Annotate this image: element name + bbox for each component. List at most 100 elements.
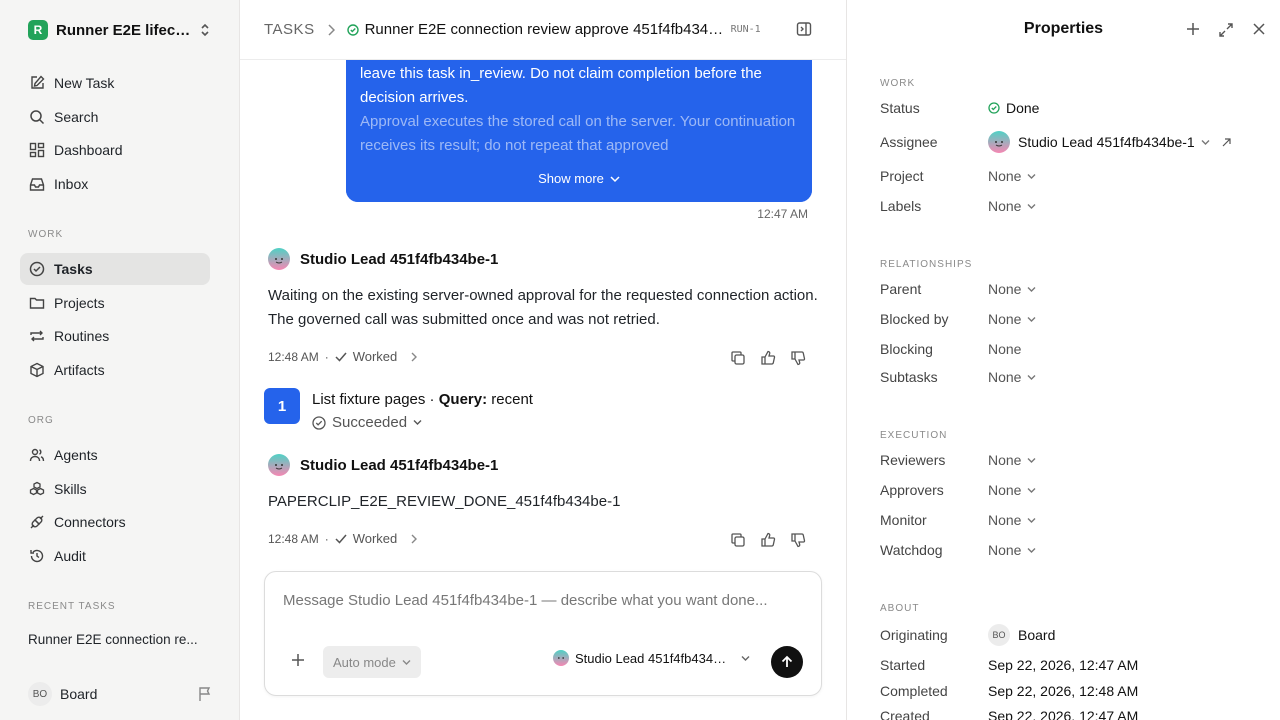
panel-toggle-icon[interactable] [796, 21, 812, 37]
message-time: 12:48 AM [268, 349, 319, 364]
created-value: Sep 22, 2026, 12:47 AM [988, 708, 1139, 720]
avatar: BO [988, 624, 1010, 646]
message-actions [730, 350, 806, 366]
mode-label: Auto mode [333, 654, 396, 670]
thumbs-up-icon[interactable] [760, 532, 776, 548]
monitor-value[interactable]: None [988, 512, 1036, 528]
flag-icon[interactable] [198, 686, 212, 702]
reviewers-value[interactable]: None [988, 452, 1036, 468]
history-icon [28, 547, 46, 565]
nav-dashboard[interactable]: Dashboard [20, 134, 210, 166]
nav-audit[interactable]: Audit [20, 540, 210, 572]
chevron-right-icon[interactable] [411, 352, 418, 362]
arrow-up-icon [780, 655, 794, 669]
nav-label: New Task [54, 75, 115, 91]
about-section: ABOUT [880, 603, 920, 614]
workspace-logo: R [28, 20, 48, 40]
thumbs-down-icon[interactable] [790, 350, 806, 366]
nav-skills[interactable]: Skills [20, 473, 210, 505]
nav-connectors[interactable]: Connectors [20, 506, 210, 538]
org-section-label: ORG [28, 415, 54, 426]
nav-tasks[interactable]: Tasks [20, 253, 210, 285]
user-menu[interactable]: BO Board [20, 680, 220, 708]
check-icon [335, 534, 347, 544]
expand-icon[interactable] [1218, 22, 1234, 38]
repeat-icon [28, 327, 46, 345]
completed-value: Sep 22, 2026, 12:48 AM [988, 683, 1139, 699]
send-button[interactable] [771, 646, 803, 678]
page-title: Runner E2E connection review approve 451… [364, 21, 725, 38]
status-done-icon [346, 23, 359, 36]
watchdog-value[interactable]: None [988, 542, 1036, 558]
nav-new-task[interactable]: New Task [20, 67, 210, 99]
status-value[interactable]: Done [988, 100, 1039, 116]
chevron-down-icon [1027, 203, 1036, 210]
recent-task-item[interactable]: Runner E2E connection re... [28, 632, 208, 647]
breadcrumb: TASKS Runner E2E connection review appro… [240, 0, 846, 60]
message-header: Studio Lead 451f4fb434be-1 [268, 454, 498, 476]
nav-artifacts[interactable]: Artifacts [20, 354, 210, 386]
plus-icon[interactable] [291, 653, 305, 667]
message-actions [730, 532, 806, 548]
copy-icon[interactable] [730, 350, 746, 366]
relationships-section: RELATIONSHIPS [880, 259, 973, 270]
thumbs-down-icon[interactable] [790, 532, 806, 548]
plus-icon[interactable] [1186, 22, 1200, 38]
tool-call-status[interactable]: Succeeded [312, 414, 533, 431]
nav-label: Dashboard [54, 142, 123, 158]
inbox-icon [28, 175, 46, 193]
message-header: Studio Lead 451f4fb434be-1 [268, 248, 498, 270]
tool-call-number: 1 [264, 388, 300, 424]
nav-inbox[interactable]: Inbox [20, 168, 210, 200]
nav-projects[interactable]: Projects [20, 287, 210, 319]
plug-icon [28, 513, 46, 531]
labels-value[interactable]: None [988, 198, 1036, 214]
message-input[interactable] [283, 592, 803, 609]
worked-label[interactable]: Worked [353, 531, 398, 546]
thumbs-up-icon[interactable] [760, 350, 776, 366]
agent-select[interactable]: Studio Lead 451f4fb434be-1 [553, 650, 750, 666]
tool-call-title[interactable]: List fixture pages · Query: recent [312, 388, 533, 412]
breadcrumb-tasks[interactable]: TASKS [264, 21, 315, 38]
workspace-name: Runner E2E lifecy... [56, 21, 192, 39]
prop-completed: Completed Sep 22, 2026, 12:48 AM [880, 683, 1139, 699]
chevron-down-icon [1027, 374, 1036, 381]
dashboard-icon [28, 141, 46, 159]
chevrons-up-down-icon [198, 22, 212, 38]
prop-parent: Parent None [880, 279, 1270, 299]
approvers-value[interactable]: None [988, 482, 1036, 498]
assignee-value[interactable]: Studio Lead 451f4fb434be-1 [988, 131, 1231, 153]
close-icon[interactable] [1252, 22, 1266, 38]
prop-blocking: Blocking None [880, 341, 1022, 357]
work-section-label: WORK [28, 229, 64, 240]
nav-routines[interactable]: Routines [20, 320, 210, 352]
nav-label: Artifacts [54, 362, 105, 378]
nav-label: Inbox [54, 176, 89, 192]
agent-select-label: Studio Lead 451f4fb434be-1 [575, 650, 733, 666]
blocked-by-value[interactable]: None [988, 311, 1036, 327]
panel-actions [1186, 22, 1266, 38]
check-circle-icon [988, 102, 1000, 114]
mode-select[interactable]: Auto mode [323, 646, 421, 678]
message-body: PAPERCLIP_E2E_REVIEW_DONE_451f4fb434be-1 [268, 493, 621, 510]
prop-reviewers: Reviewers None [880, 450, 1270, 470]
show-more-button[interactable]: Show more [346, 156, 812, 202]
message-timestamp: 12:47 AM [757, 207, 808, 221]
chevron-down-icon [741, 655, 750, 662]
external-link-icon[interactable] [1222, 137, 1231, 147]
properties-panel: Properties WORK Status Done Assignee Stu… [846, 0, 1280, 720]
project-value[interactable]: None [988, 168, 1036, 184]
workspace-switcher[interactable]: R Runner E2E lifecy... [20, 14, 220, 46]
nav-agents[interactable]: Agents [20, 439, 210, 471]
recent-section-label: RECENT TASKS [28, 601, 116, 612]
started-value: Sep 22, 2026, 12:47 AM [988, 657, 1139, 673]
chevron-right-icon[interactable] [411, 534, 418, 544]
worked-label[interactable]: Worked [353, 349, 398, 364]
agent-avatar [553, 650, 569, 666]
parent-value[interactable]: None [988, 281, 1036, 297]
prop-project: Project None [880, 166, 1270, 186]
nav-search[interactable]: Search [20, 101, 210, 133]
subtasks-value[interactable]: None [988, 369, 1036, 385]
chevron-down-icon [1201, 139, 1210, 146]
copy-icon[interactable] [730, 532, 746, 548]
